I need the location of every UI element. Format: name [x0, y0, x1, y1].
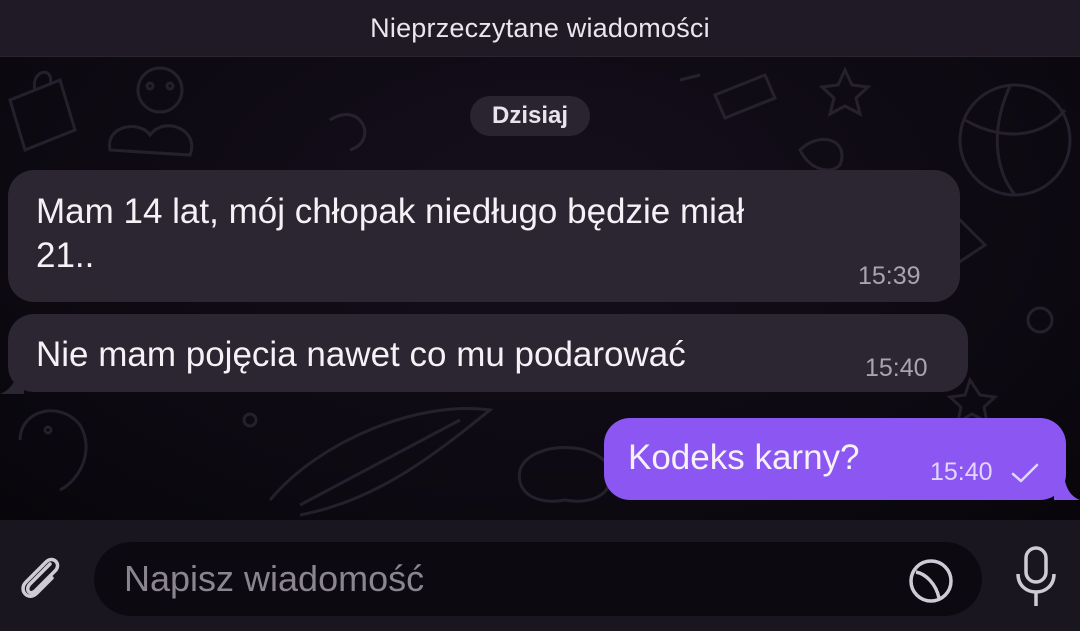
paperclip-icon[interactable] [12, 550, 68, 606]
message-bubble-outgoing[interactable]: Kodeks karny? 15:40 [604, 418, 1066, 500]
microphone-icon[interactable] [1008, 542, 1064, 612]
message-composer: Napisz wiadomość [0, 520, 1080, 631]
sent-check-icon [1011, 463, 1039, 483]
bubble-tail [0, 368, 24, 394]
message-time: 15:40 [930, 458, 993, 486]
message-text: Kodeks karny? [628, 438, 860, 477]
sticker-icon[interactable] [906, 556, 956, 606]
unread-messages-banner: Nieprzeczytane wiadomości [0, 0, 1080, 57]
message-text: Nie mam pojęcia nawet co mu podarować [36, 335, 686, 374]
message-text-line: Mam 14 lat, mój chłopak niedługo będzie … [36, 192, 745, 231]
message-time: 15:40 [865, 354, 928, 382]
unread-label: Nieprzeczytane wiadomości [370, 12, 710, 43]
message-input-placeholder: Napisz wiadomość [124, 558, 425, 599]
date-label: Dzisiaj [491, 102, 569, 129]
message-input[interactable]: Napisz wiadomość [94, 542, 982, 616]
bubble-tail [1054, 476, 1080, 500]
message-bubble-incoming[interactable]: Mam 14 lat, mój chłopak niedługo będzie … [8, 170, 960, 302]
message-time: 15:39 [858, 262, 921, 290]
date-separator: Dzisiaj [470, 96, 590, 136]
message-text-line: 21.. [36, 236, 95, 275]
message-bubble-incoming[interactable]: Nie mam pojęcia nawet co mu podarować 15… [8, 314, 968, 392]
